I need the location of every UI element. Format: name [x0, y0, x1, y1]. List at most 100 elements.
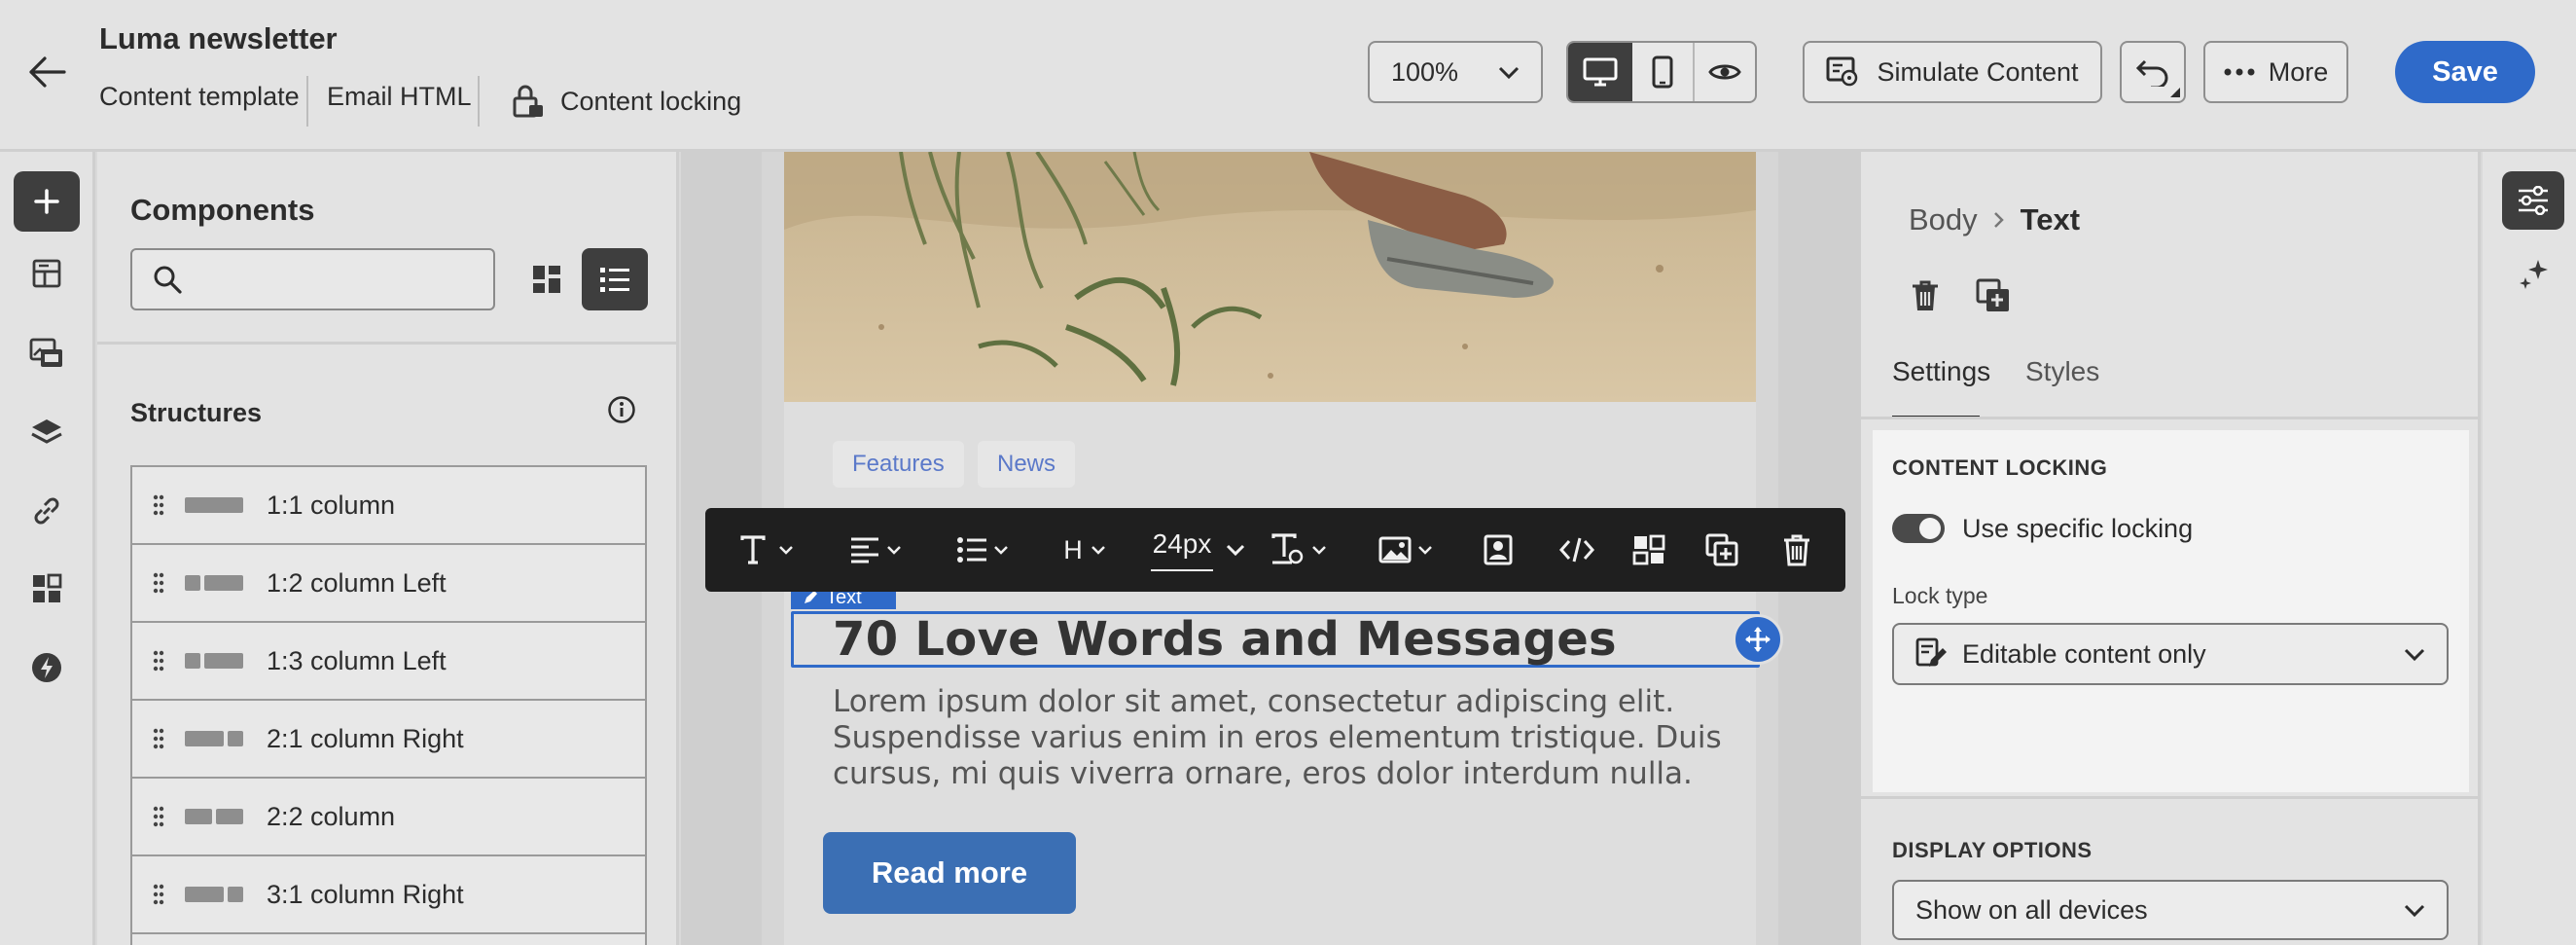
assets-button[interactable]	[14, 323, 80, 383]
info-icon[interactable]	[607, 395, 636, 424]
specific-locking-toggle[interactable]	[1892, 514, 1945, 543]
list-icon	[598, 265, 631, 294]
list-view-button[interactable]	[582, 248, 648, 310]
breadcrumb-parent[interactable]: Body	[1909, 202, 1978, 237]
text-color-dropdown[interactable]	[1260, 508, 1338, 592]
more-label: More	[2268, 56, 2329, 87]
page-title: Luma newsletter	[99, 21, 338, 55]
section-divider	[1861, 796, 2481, 799]
component-search[interactable]	[130, 248, 495, 310]
dynamic-content-button[interactable]	[14, 637, 80, 698]
layers-button[interactable]	[14, 402, 80, 462]
lightning-icon	[30, 651, 63, 684]
body-line: Suspendisse varius enim in eros elementu…	[833, 720, 1722, 755]
structure-item[interactable]: 3:1 column Right	[130, 854, 647, 932]
drag-handle-icon[interactable]	[132, 650, 185, 672]
drag-handle-icon[interactable]	[132, 806, 185, 827]
personalization-button[interactable]	[1464, 508, 1532, 592]
assets-icon	[29, 338, 64, 369]
structure-item[interactable]: 2:2 column	[130, 777, 647, 854]
tag-features[interactable]: Features	[833, 441, 964, 488]
undo-button[interactable]	[2120, 41, 2186, 103]
structure-item[interactable]	[130, 932, 647, 945]
edit-document-icon	[1915, 637, 1947, 671]
structure-item[interactable]: 2:1 column Right	[130, 699, 647, 777]
tag-news[interactable]: News	[978, 441, 1076, 488]
save-button[interactable]: Save	[2395, 41, 2535, 103]
drag-handle-icon[interactable]	[132, 494, 185, 516]
duplicate-icon	[1705, 533, 1738, 566]
person-card-icon	[1484, 534, 1513, 565]
content-locking-section	[1873, 430, 2469, 792]
panel-divider	[97, 342, 679, 345]
arrow-left-icon	[27, 55, 66, 89]
text-style-dropdown[interactable]	[733, 508, 801, 592]
zoom-dropdown[interactable]: 100%	[1368, 41, 1543, 103]
mobile-view-button[interactable]	[1632, 43, 1695, 101]
email-heading[interactable]: 70 Love Words and Messages	[833, 611, 1617, 668]
add-component-button[interactable]	[14, 171, 80, 232]
insert-image-dropdown[interactable]	[1367, 508, 1445, 592]
grid-view-button[interactable]	[516, 248, 578, 310]
fragment-button[interactable]	[1615, 508, 1683, 592]
back-button[interactable]	[21, 51, 72, 93]
desktop-view-button[interactable]	[1568, 43, 1632, 101]
duplicate-button[interactable]	[1688, 508, 1756, 592]
structure-label: 1:3 column Left	[267, 645, 447, 675]
search-input[interactable]	[197, 260, 479, 299]
read-more-button[interactable]: Read more	[823, 832, 1076, 914]
drag-handle-icon[interactable]	[132, 728, 185, 749]
tab-content-template[interactable]: Content template	[99, 82, 300, 112]
chevron-down-icon	[886, 545, 902, 555]
properties-toggle-button[interactable]	[2502, 171, 2564, 230]
list-dropdown[interactable]	[948, 508, 1017, 592]
code-view-button[interactable]	[1540, 508, 1614, 592]
desktop-icon	[1583, 57, 1618, 87]
sliders-icon	[2517, 186, 2550, 215]
structure-thumbnail	[185, 887, 249, 902]
drag-handle-icon[interactable]	[132, 884, 185, 905]
chevron-right-icon	[1993, 211, 2005, 229]
duplicate-component-button[interactable]	[1970, 273, 2017, 319]
simulate-content-button[interactable]: Simulate Content	[1803, 41, 2102, 103]
links-button[interactable]	[14, 481, 80, 541]
device-switcher	[1566, 41, 1757, 103]
components-grid-button[interactable]	[14, 559, 80, 619]
toggle-knob	[1919, 518, 1941, 539]
align-dropdown[interactable]	[841, 508, 910, 592]
properties-panel: Body Text Settings Styles CONTENT LOCKIN…	[1861, 152, 2481, 945]
hero-image[interactable]	[784, 152, 1756, 402]
ai-assistant-button[interactable]	[2502, 245, 2564, 304]
components-title: Components	[130, 193, 315, 227]
lock-type-dropdown[interactable]: Editable content only	[1892, 623, 2449, 685]
heading-level-dropdown[interactable]: H	[1055, 508, 1114, 592]
move-icon	[1744, 626, 1771, 653]
tab-settings[interactable]: Settings	[1892, 356, 1990, 387]
preview-button[interactable]	[1695, 43, 1755, 101]
structure-item[interactable]: 1:1 column	[130, 465, 647, 543]
more-button[interactable]: More	[2203, 41, 2348, 103]
structure-item[interactable]: 1:2 column Left	[130, 543, 647, 621]
structure-thumbnail	[185, 575, 249, 591]
move-handle[interactable]	[1733, 614, 1783, 665]
chevron-down-icon	[778, 545, 794, 555]
corner-triangle-icon	[2170, 88, 2180, 97]
delete-component-button[interactable]	[1904, 273, 1947, 319]
tab-email-html[interactable]: Email HTML	[327, 82, 472, 112]
lock-type-value: Editable content only	[1962, 638, 2206, 669]
content-locking-button[interactable]: Content locking	[512, 82, 741, 121]
email-body-text[interactable]: Lorem ipsum dolor sit amet, consectetur …	[833, 684, 1722, 792]
drag-handle-icon[interactable]	[132, 572, 185, 594]
structure-label: 1:2 column Left	[267, 567, 447, 598]
delete-button[interactable]	[1763, 508, 1831, 592]
fragments-button[interactable]	[14, 243, 80, 304]
display-options-dropdown[interactable]: Show on all devices	[1892, 880, 2449, 940]
fragments-icon	[31, 258, 62, 289]
simulate-icon	[1826, 56, 1859, 88]
structure-thumbnail	[185, 809, 249, 824]
link-icon	[30, 494, 63, 527]
structure-item[interactable]: 1:3 column Left	[130, 621, 647, 699]
text-type-icon	[739, 535, 772, 564]
tab-styles[interactable]: Styles	[2025, 356, 2099, 387]
code-icon	[1558, 536, 1595, 563]
